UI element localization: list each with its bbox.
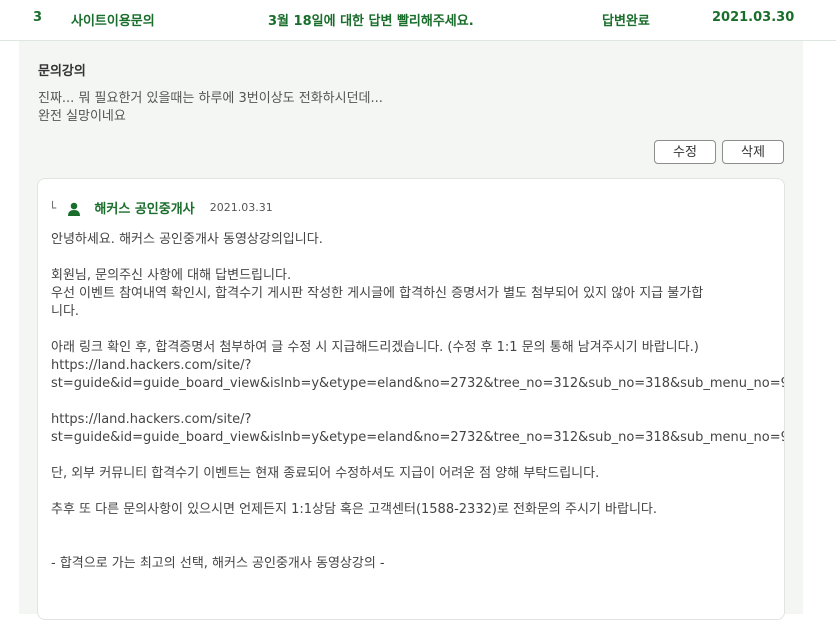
answer-link[interactable]: st=guide&id=guide_board_view&islnb=y&ety… [51, 375, 784, 393]
answer-header: └ 해커스 공인중개사 2021.03.31 [49, 197, 273, 218]
answer-link[interactable]: https://land.hackers.com/site/? [51, 357, 784, 375]
row-title[interactable]: 3월 18일에 대한 답변 빨리해주세요. [268, 10, 474, 29]
reply-mark: └ [49, 200, 57, 215]
answer-body: 안녕하세요. 해커스 공인중개사 동영상강의입니다. 회원님, 문의주신 사항에… [51, 231, 784, 573]
question-title: 문의강의 [38, 64, 86, 79]
answer-line: 아래 링크 확인 후, 합격증명서 첨부하여 글 수정 시 지급해드리겠습니다.… [51, 340, 699, 355]
user-icon [67, 201, 81, 216]
row-category: 사이트이용문의 [71, 14, 155, 29]
answer-author: 해커스 공인중개사 [94, 202, 195, 217]
answer-line [51, 519, 784, 537]
row-status: 답변완료 [602, 14, 650, 29]
row-date: 2021.03.30 [712, 10, 795, 25]
question-body: 진짜... 뭐 필요한거 있을때는 하루에 3번이상도 전화하시던데... 완전… [38, 90, 778, 126]
question-line: 완전 실망이네요 [38, 109, 126, 124]
question-line: 진짜... 뭐 필요한거 있을때는 하루에 3번이상도 전화하시던데... [38, 91, 383, 106]
answer-line [51, 483, 784, 501]
answer-line: 단, 외부 커뮤니티 합격수기 이벤트는 현재 종료되어 수정하셔도 지급이 어… [51, 466, 600, 481]
answer-line: - 합격으로 가는 최고의 선택, 해커스 공인중개사 동영상강의 - [51, 556, 385, 571]
answer-line [51, 537, 784, 555]
row-number: 3 [33, 10, 43, 25]
answer-line [51, 249, 784, 267]
inquiry-list-row[interactable]: 3 사이트이용문의 3월 18일에 대한 답변 빨리해주세요. 답변완료 202… [0, 0, 836, 41]
answer-box: └ 해커스 공인중개사 2021.03.31 안녕하세요. 해커스 공인중개사 … [37, 178, 785, 620]
answer-link[interactable]: https://land.hackers.com/site/? [51, 411, 784, 429]
answer-line: 추후 또 다른 문의사항이 있으시면 언제든지 1:1상담 혹은 고객센터(15… [51, 502, 657, 517]
answer-line: 니다. [51, 304, 80, 319]
delete-button[interactable]: 삭제 [722, 140, 784, 164]
answer-line: 안녕하세요. 해커스 공인중개사 동영상강의입니다. [51, 232, 323, 247]
answer-date: 2021.03.31 [209, 201, 273, 214]
answer-line [51, 447, 784, 465]
answer-line [51, 393, 784, 411]
answer-link[interactable]: st=guide&id=guide_board_view&islnb=y&ety… [51, 429, 784, 447]
edit-button[interactable]: 수정 [654, 140, 716, 164]
answer-line [51, 321, 784, 339]
answer-line: 우선 이벤트 참여내역 확인시, 합격수기 게시판 작성한 게시글에 합격하신 … [51, 286, 704, 301]
inquiry-detail-panel: 문의강의 진짜... 뭐 필요한거 있을때는 하루에 3번이상도 전화하시던데.… [19, 41, 803, 620]
answer-line: 회원님, 문의주신 사항에 대해 답변드립니다. [51, 268, 292, 283]
